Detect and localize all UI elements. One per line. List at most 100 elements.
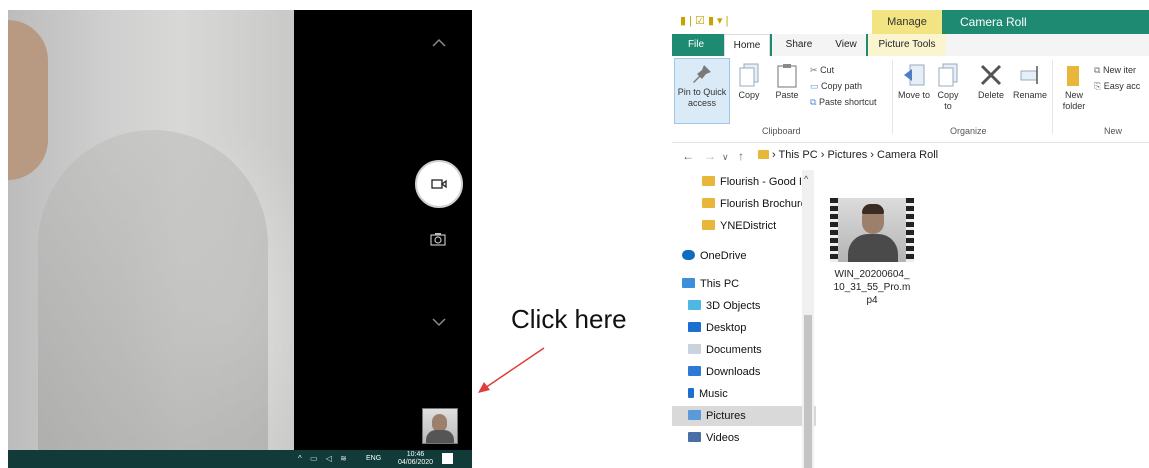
- delete-button[interactable]: Delete: [974, 62, 1008, 101]
- copy-path-label: Copy path: [821, 81, 863, 91]
- new-folder-button[interactable]: New folder: [1058, 62, 1090, 112]
- new-folder-icon: [1067, 66, 1079, 86]
- copy-path-button[interactable]: ▭ Copy path: [810, 78, 890, 94]
- breadcrumb-camera-roll[interactable]: Camera Roll: [877, 149, 938, 161]
- copy-to-button[interactable]: Copy to: [934, 62, 962, 112]
- breadcrumb-pictures[interactable]: Pictures: [827, 149, 867, 161]
- new-folder-label: New folder: [1062, 90, 1086, 111]
- easy-access-button[interactable]: ⎘ Easy acc: [1094, 78, 1149, 94]
- camera-controls-bar: [294, 10, 472, 450]
- nav-item-label: This PC: [700, 278, 740, 290]
- nav-item-documents[interactable]: Documents: [688, 340, 818, 360]
- nav-item-desktop[interactable]: Desktop: [688, 318, 818, 338]
- clock[interactable]: 10:46 04/06/2020: [398, 451, 433, 467]
- easy-access-icon: ⎘: [1094, 81, 1102, 91]
- recent-locations-icon[interactable]: ∨: [722, 152, 729, 163]
- cut-icon: ✂: [810, 65, 818, 75]
- quick-access-toolbar[interactable]: ▮ | ☑ ▮ ▾ |: [680, 14, 729, 27]
- clock-date: 04/06/2020: [398, 459, 434, 466]
- nav-item-pictures[interactable]: Pictures: [672, 406, 816, 426]
- back-arrow-icon[interactable]: ←: [682, 149, 694, 163]
- folder-icon: [758, 150, 769, 159]
- new-item-icon: ⧉: [1094, 65, 1101, 75]
- window-title-area: Camera Roll: [942, 10, 1149, 34]
- nav-item-downloads[interactable]: Downloads: [688, 362, 818, 382]
- breadcrumb-this-pc[interactable]: This PC: [779, 149, 818, 161]
- tabs-background: [946, 34, 1149, 56]
- window-title: Camera Roll: [960, 15, 1027, 29]
- navigation-pane: Flourish - Good I Flourish Brochure YNED…: [672, 170, 816, 468]
- clock-time: 10:46: [406, 451, 425, 458]
- nav-item-label: YNEDistrict: [720, 220, 777, 232]
- onedrive-icon: [682, 250, 695, 260]
- clipboard-group-label: Clipboard: [762, 126, 801, 136]
- annotation-text: Click here: [511, 304, 627, 334]
- forward-arrow-icon[interactable]: →: [704, 149, 716, 163]
- paste-shortcut-icon: ⧉: [810, 97, 817, 107]
- chevron-up-icon[interactable]: [432, 38, 446, 47]
- language-indicator[interactable]: ENG: [366, 455, 381, 462]
- tab-share[interactable]: Share: [772, 34, 826, 56]
- breadcrumb-separator: ›: [870, 149, 877, 161]
- tab-picture-tools[interactable]: Picture Tools: [868, 34, 946, 56]
- scroll-up-icon[interactable]: ^: [804, 174, 808, 184]
- nav-item-videos[interactable]: Videos: [688, 428, 818, 448]
- chevron-down-icon[interactable]: [432, 318, 446, 327]
- video-frame: [838, 198, 906, 262]
- nav-item-onedrive[interactable]: OneDrive: [682, 246, 812, 266]
- ribbon-separator: [1052, 60, 1053, 134]
- paste-button[interactable]: Paste: [770, 62, 804, 101]
- paste-shortcut-button[interactable]: ⧉ Paste shortcut: [810, 94, 890, 110]
- copy-to-icon: [938, 63, 958, 87]
- nav-item-label: Pictures: [706, 410, 746, 422]
- delete-label: Delete: [977, 90, 1004, 100]
- tray-icons[interactable]: ^ ▭ ◁ ≋: [298, 454, 350, 463]
- nav-item-music[interactable]: Music: [688, 384, 818, 404]
- ribbon-separator: [892, 60, 893, 134]
- nav-item-this-pc[interactable]: This PC: [682, 274, 812, 294]
- scrollbar-thumb[interactable]: [804, 315, 812, 468]
- new-group-label: New: [1104, 126, 1123, 136]
- manage-label: Manage: [887, 16, 927, 28]
- rename-button[interactable]: Rename: [1010, 62, 1050, 101]
- clipboard-small-actions: ✂ Cut ▭ Copy path ⧉ Paste shortcut: [810, 62, 890, 110]
- easy-access-label: Easy acc: [1103, 81, 1141, 91]
- paste-icon: [777, 64, 797, 88]
- shared-folder-icon: [702, 220, 715, 230]
- tab-file[interactable]: File: [672, 34, 720, 56]
- nav-scrollbar[interactable]: ^: [802, 170, 814, 468]
- nav-item-label: 3D Objects: [706, 300, 761, 312]
- breadcrumb[interactable]: › This PC › Pictures › Camera Roll: [772, 149, 938, 161]
- contextual-tab-manage[interactable]: Manage: [872, 10, 942, 34]
- new-item-button[interactable]: ⧉ New iter: [1094, 62, 1149, 78]
- last-capture-thumbnail[interactable]: [422, 408, 458, 444]
- nav-item-label: Downloads: [706, 366, 761, 378]
- move-to-label: Move to: [898, 90, 931, 100]
- up-arrow-icon[interactable]: ↑: [738, 149, 744, 163]
- organize-group-label: Organize: [950, 126, 987, 136]
- nav-item-label: Documents: [706, 344, 762, 356]
- move-to-button[interactable]: Move to: [898, 62, 930, 101]
- file-item[interactable]: WIN_20200604_10_31_55_Pro.mp4: [830, 198, 914, 307]
- nav-item-label: Music: [699, 388, 728, 400]
- pictures-icon: [688, 410, 701, 420]
- notification-icon[interactable]: [442, 453, 453, 464]
- preview-hoodie: [38, 130, 268, 460]
- copy-button[interactable]: Copy: [734, 62, 764, 101]
- pin-to-quick-access-button[interactable]: Pin to Quick access: [674, 58, 730, 124]
- preview-face: [8, 20, 48, 180]
- video-camera-icon[interactable]: [415, 160, 463, 208]
- tab-home[interactable]: Home: [724, 34, 770, 56]
- camera-icon[interactable]: [430, 232, 446, 251]
- new-small-actions: ⧉ New iter ⎘ Easy acc: [1094, 62, 1149, 94]
- new-item-label: New iter: [1102, 65, 1136, 75]
- frame-body: [848, 234, 898, 262]
- tab-view[interactable]: View: [826, 34, 866, 56]
- nav-item-3d-objects[interactable]: 3D Objects: [688, 296, 818, 316]
- cut-button[interactable]: ✂ Cut: [810, 62, 890, 78]
- file-explorer-window: ▮ | ☑ ▮ ▾ | Manage Camera Roll File Home…: [672, 10, 1149, 468]
- nav-item-label: Videos: [706, 432, 740, 444]
- file-name: WIN_20200604_10_31_55_Pro.mp4: [833, 269, 911, 306]
- film-strip-right: [906, 198, 914, 262]
- nav-item-label: Desktop: [706, 322, 747, 334]
